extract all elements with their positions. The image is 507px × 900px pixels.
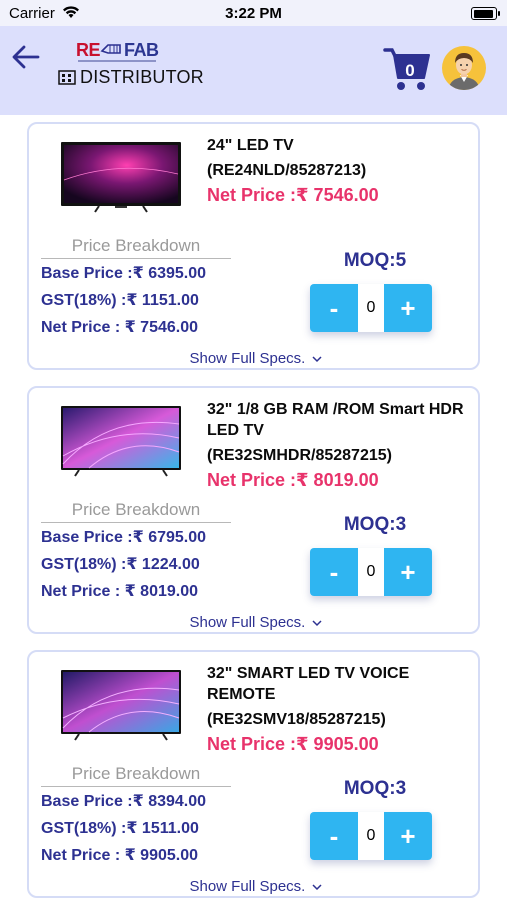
base-price: Base Price :₹ 8394.00 xyxy=(41,793,207,810)
logo-fab: FAB xyxy=(124,40,159,60)
show-full-specs-link[interactable]: Show Full Specs. xyxy=(29,350,482,367)
moq-label: MOQ:3 xyxy=(343,778,407,799)
app-header: RE FAB DISTRIBUTOR 0 xyxy=(0,26,507,115)
distributor-label: DISTRIBUTOR xyxy=(80,67,204,87)
chevron-down-icon xyxy=(312,884,322,890)
show-full-specs-link[interactable]: Show Full Specs. xyxy=(29,878,482,895)
quantity-stepper: - + xyxy=(310,812,432,860)
quantity-stepper: - + xyxy=(310,284,432,332)
status-bar: Carrier 3:22 PM xyxy=(0,0,507,26)
increment-button[interactable]: + xyxy=(384,284,432,332)
net-price: Net Price : ₹ 7546.00 xyxy=(41,319,198,336)
tv-thumbnail xyxy=(61,142,181,213)
base-price: Base Price :₹ 6795.00 xyxy=(41,529,207,546)
status-time: 3:22 PM xyxy=(225,5,282,22)
increment-button[interactable]: + xyxy=(384,812,432,860)
chevron-down-icon xyxy=(312,356,322,362)
logo-re: RE xyxy=(76,40,101,60)
product-info: 32" SMART LED TV VOICE REMOTE (RE32SMV18… xyxy=(207,663,465,755)
net-price-highlight: Net Price :₹ 7546.00 xyxy=(207,185,379,205)
product-card: 32" 1/8 GB RAM /ROM Smart HDR LED TV (RE… xyxy=(27,386,480,634)
logo-tagline xyxy=(78,60,156,62)
price-breakdown-title: Price Breakdown xyxy=(41,500,231,523)
quantity-stepper: - + xyxy=(310,548,432,596)
product-name: 24" LED TV xyxy=(207,137,294,154)
refab-logo: RE FAB DISTRIBUTOR xyxy=(56,38,216,90)
decrement-button[interactable]: - xyxy=(310,548,358,596)
show-full-specs-label: Show Full Specs. xyxy=(189,878,306,895)
product-card: 24" LED TV (RE24NLD/85287213) Net Price … xyxy=(27,122,480,370)
gst-amount: GST(18%) :₹ 1151.00 xyxy=(41,292,199,309)
product-name: 32" 1/8 GB RAM /ROM Smart HDR LED TV xyxy=(207,401,464,439)
gst-amount: GST(18%) :₹ 1224.00 xyxy=(41,556,200,573)
cart-button[interactable]: 0 xyxy=(383,46,433,92)
decrement-button[interactable]: - xyxy=(310,812,358,860)
moq-label: MOQ:5 xyxy=(343,250,407,271)
arrow-left-icon[interactable] xyxy=(10,42,42,72)
net-price-highlight: Net Price :₹ 9905.00 xyxy=(207,734,379,754)
tv-thumbnail xyxy=(61,670,181,741)
product-code: (RE32SMHDR/85287215) xyxy=(207,447,392,464)
product-card: 32" SMART LED TV VOICE REMOTE (RE32SMV18… xyxy=(27,650,480,898)
factory-icon xyxy=(58,70,76,85)
product-info: 32" 1/8 GB RAM /ROM Smart HDR LED TV (RE… xyxy=(207,399,465,491)
show-full-specs-label: Show Full Specs. xyxy=(189,614,306,631)
moq-label: MOQ:3 xyxy=(343,514,407,535)
product-code: (RE24NLD/85287213) xyxy=(207,162,367,179)
product-info: 24" LED TV (RE24NLD/85287213) Net Price … xyxy=(207,135,465,206)
chevron-down-icon xyxy=(312,620,322,626)
cart-count-badge: 0 xyxy=(405,61,415,80)
product-code: (RE32SMV18/85287215) xyxy=(207,711,386,728)
product-list[interactable]: 24" LED TV (RE24NLD/85287213) Net Price … xyxy=(0,115,507,900)
battery-icon xyxy=(471,7,500,20)
net-price: Net Price : ₹ 9905.00 xyxy=(41,847,198,864)
show-full-specs-label: Show Full Specs. xyxy=(189,350,306,367)
base-price: Base Price :₹ 6395.00 xyxy=(41,265,207,282)
logo-fist-icon xyxy=(100,44,121,54)
user-avatar[interactable] xyxy=(442,46,486,90)
decrement-button[interactable]: - xyxy=(310,284,358,332)
user-avatar-icon xyxy=(448,53,480,90)
quantity-input[interactable] xyxy=(358,548,384,596)
price-breakdown-title: Price Breakdown xyxy=(41,764,231,787)
quantity-input[interactable] xyxy=(358,284,384,332)
net-price-highlight: Net Price :₹ 8019.00 xyxy=(207,470,379,490)
tv-thumbnail xyxy=(61,406,181,477)
show-full-specs-link[interactable]: Show Full Specs. xyxy=(29,614,482,631)
gst-amount: GST(18%) :₹ 1511.00 xyxy=(41,820,199,837)
net-price: Net Price : ₹ 8019.00 xyxy=(41,583,198,600)
product-name: 32" SMART LED TV VOICE REMOTE xyxy=(207,665,410,703)
quantity-input[interactable] xyxy=(358,812,384,860)
price-breakdown-title: Price Breakdown xyxy=(41,236,231,259)
increment-button[interactable]: + xyxy=(384,548,432,596)
